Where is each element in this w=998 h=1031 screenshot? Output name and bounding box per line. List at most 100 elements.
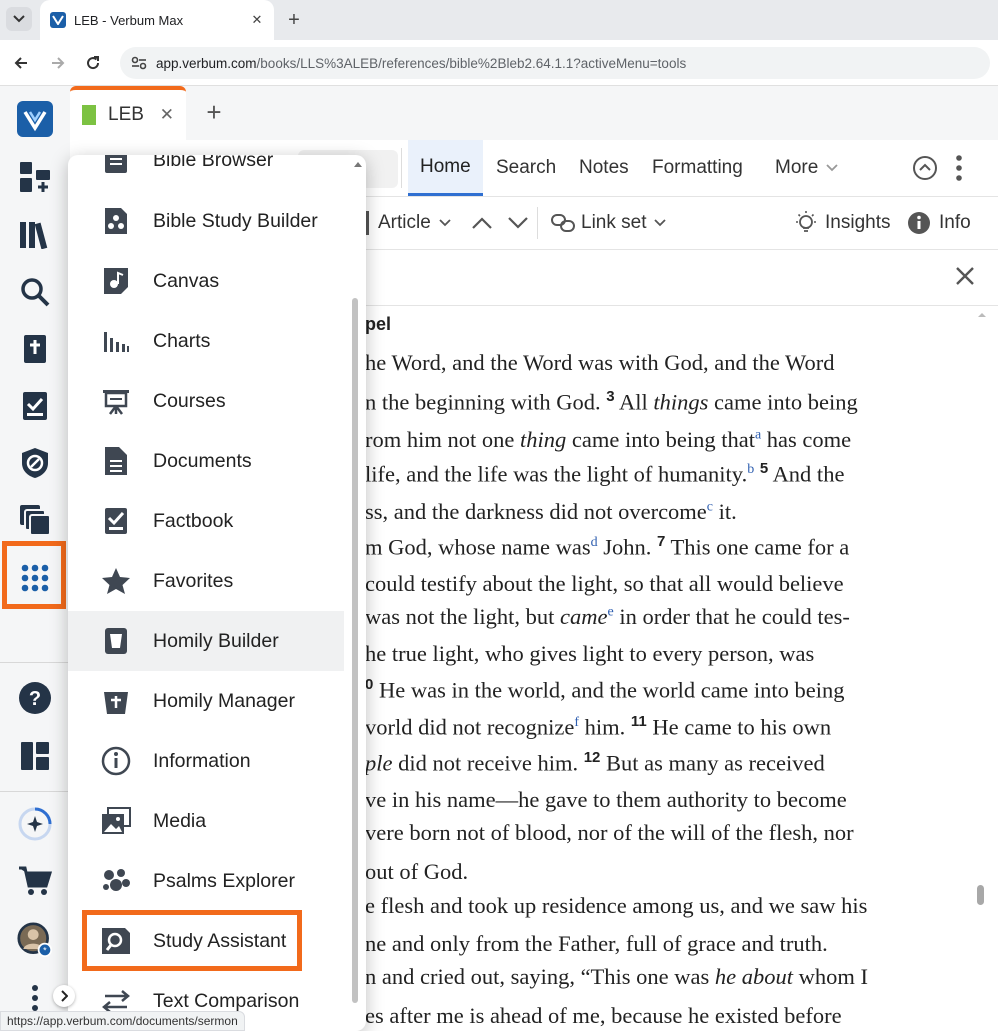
tools-menu-item[interactable]: Canvas xyxy=(68,251,344,311)
lightbulb-icon xyxy=(796,211,816,232)
reload-icon[interactable] xyxy=(80,50,106,76)
site-settings-icon[interactable] xyxy=(128,52,150,74)
scroll-up-arrow-icon[interactable] xyxy=(975,310,989,320)
bible-icon[interactable] xyxy=(17,332,53,368)
library-icon[interactable] xyxy=(17,217,53,253)
tab-formatting[interactable]: Formatting xyxy=(652,140,743,196)
dashboard-add-icon[interactable] xyxy=(17,159,53,195)
footnote-marker[interactable]: a xyxy=(755,428,761,443)
forward-arrow-icon[interactable] xyxy=(45,50,71,76)
verbum-logo-icon[interactable] xyxy=(17,101,53,137)
tab-home-label: Home xyxy=(420,155,471,177)
footnote-marker[interactable]: b xyxy=(747,462,754,477)
link-set-dropdown[interactable]: Link set xyxy=(551,197,667,249)
app-tab-label: LEB xyxy=(108,104,144,125)
avatar[interactable]: * xyxy=(17,922,53,958)
text-span: n and cried out, saying, “This one was xyxy=(365,964,710,989)
expand-rail-button[interactable] xyxy=(53,985,75,1007)
text-line: ne and only from the Father, full of gra… xyxy=(365,931,828,957)
close-icon[interactable]: ✕ xyxy=(160,105,174,125)
next-chevron-down-icon[interactable] xyxy=(507,197,529,249)
verse-number[interactable]: 12 xyxy=(584,749,601,766)
tools-highlight-box xyxy=(2,541,66,609)
tools-menu-item[interactable]: Favorites xyxy=(68,551,344,611)
close-icon[interactable]: ✕ xyxy=(248,11,266,29)
collapse-chevron-up-icon[interactable] xyxy=(912,155,938,181)
new-tab-plus-icon[interactable]: + xyxy=(282,8,306,32)
search-icon[interactable] xyxy=(17,274,53,310)
text-scroll-thumb[interactable] xyxy=(977,885,984,905)
verse-number[interactable]: 7 xyxy=(657,533,665,550)
footnote-marker[interactable]: e xyxy=(607,605,613,620)
tools-menu-item[interactable]: Bible Study Builder xyxy=(68,191,344,251)
text-line: ss, and the darkness did not overcomec i… xyxy=(365,499,737,525)
tab-search[interactable]: Search xyxy=(496,140,556,196)
text-span: John. xyxy=(603,534,652,560)
url-field[interactable]: app.verbum.com/books/LLS%3ALEB/reference… xyxy=(120,47,990,79)
tools-menu-item-label: Information xyxy=(153,749,251,772)
tools-menu-item[interactable]: Factbook xyxy=(68,491,344,551)
help-icon[interactable]: ? xyxy=(17,680,53,716)
status-bar-url: https://app.verbum.com/documents/sermon xyxy=(0,1011,245,1031)
text-line: he Word, and the Word was with God, and … xyxy=(365,350,835,376)
tools-menu-item-label: Factbook xyxy=(153,509,234,532)
tab-notes[interactable]: Notes xyxy=(579,140,629,196)
verse-number[interactable]: 3 xyxy=(606,388,614,405)
tools-menu-item[interactable]: Media xyxy=(68,791,344,851)
text-span: him. xyxy=(584,714,626,740)
tools-menu-item[interactable]: Courses xyxy=(68,371,344,431)
text-line: 0 He was in the world, and the world cam… xyxy=(365,676,844,704)
tools-menu-item[interactable]: Homily Manager xyxy=(68,671,344,731)
verse-number[interactable]: 0 xyxy=(365,676,373,693)
insights-button[interactable]: Insights xyxy=(793,197,890,249)
tab-more[interactable]: More xyxy=(775,140,838,196)
text-line: m God, whose name wasd John. 7 This one … xyxy=(365,533,849,561)
previous-chevron-up-icon[interactable] xyxy=(471,197,493,249)
scroll-up-arrow-icon[interactable] xyxy=(352,159,364,169)
back-arrow-icon[interactable] xyxy=(8,50,34,76)
article-dropdown[interactable]: Article xyxy=(378,197,451,249)
ai-sparkle-icon[interactable] xyxy=(17,806,53,842)
browser-tab[interactable]: LEB - Verbum Max ✕ xyxy=(40,0,274,40)
layouts-stack-icon[interactable] xyxy=(17,502,53,538)
courses-icon xyxy=(100,385,132,417)
italic-word: thing xyxy=(519,427,567,452)
tab-search-label: Search xyxy=(496,157,557,178)
text-scrollbar[interactable] xyxy=(975,306,989,1031)
tools-menu-item[interactable]: Documents xyxy=(68,431,344,491)
verse-number[interactable]: 11 xyxy=(631,713,647,730)
tools-menu-item[interactable]: Psalms Explorer xyxy=(68,851,344,911)
footnote-marker[interactable]: f xyxy=(574,715,579,730)
workflow-icon[interactable] xyxy=(17,389,53,425)
toolbar-divider xyxy=(537,207,538,239)
footnote-marker[interactable]: d xyxy=(591,535,598,550)
tools-menu-item-label: Text Comparison xyxy=(153,989,300,1012)
verse-number[interactable]: 5 xyxy=(760,460,768,477)
tools-menu-item[interactable]: Bible Browser xyxy=(68,155,344,190)
add-tab-plus-icon[interactable]: + xyxy=(200,97,228,127)
text-line: n the beginning with God. 3 All things c… xyxy=(365,388,858,416)
info-button[interactable]: Info xyxy=(907,197,971,249)
guides-shield-icon[interactable] xyxy=(17,445,53,481)
homily-manager-icon xyxy=(100,685,132,717)
cart-icon[interactable] xyxy=(17,863,53,899)
tools-menu-item[interactable]: Homily Builder xyxy=(68,611,344,671)
text-span: life, and the life was the light of huma… xyxy=(365,461,748,487)
tools-menu-item[interactable]: Charts xyxy=(68,311,344,371)
layout-panels-icon[interactable] xyxy=(17,738,53,774)
tools-menu-scroll-thumb[interactable] xyxy=(352,298,358,1003)
tab-search-button[interactable] xyxy=(6,7,32,31)
panel-subheader xyxy=(365,250,998,306)
text-span: he true light, who gives light to every … xyxy=(365,641,815,666)
tab-leb[interactable]: LEB ✕ xyxy=(70,86,186,140)
italic-word: ple xyxy=(365,750,393,776)
close-icon[interactable] xyxy=(955,266,975,286)
tools-menu-item-label: Homily Builder xyxy=(153,629,279,652)
footnote-marker[interactable]: c xyxy=(707,500,713,515)
text-span: He was in the world, and the world came … xyxy=(378,677,845,703)
tab-home[interactable]: Home xyxy=(408,140,483,196)
panel-menu: Home Search Notes Formatting More xyxy=(365,140,998,196)
panel-menu-more-icon[interactable] xyxy=(955,154,963,182)
menu-divider xyxy=(401,148,402,188)
tools-menu-item[interactable]: Information xyxy=(68,731,344,791)
